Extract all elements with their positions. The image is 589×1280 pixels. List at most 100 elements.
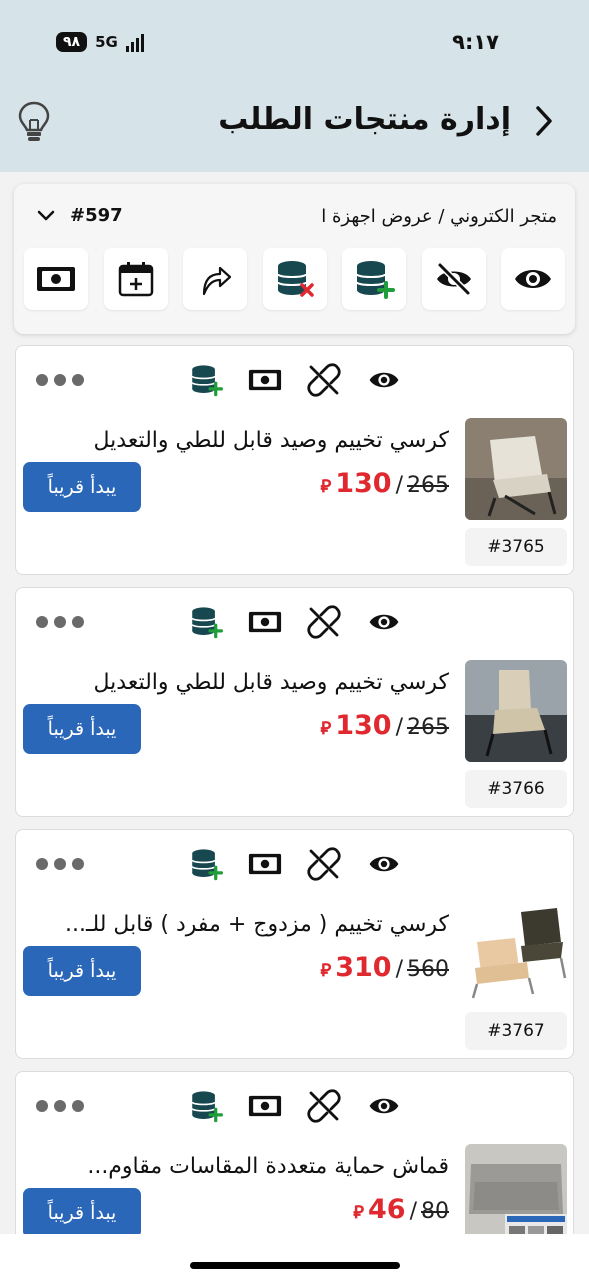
view-action[interactable] (366, 1088, 402, 1124)
add-db-action[interactable] (188, 604, 224, 640)
share-button[interactable] (183, 248, 247, 310)
cash-action[interactable] (247, 846, 283, 882)
product-image[interactable] (465, 660, 567, 762)
add-db-button[interactable] (342, 248, 406, 310)
view-action[interactable] (366, 604, 402, 640)
view-button[interactable] (501, 248, 565, 310)
schedule-button[interactable] (103, 248, 168, 310)
product-card: قماش حماية متعددة المقاسات مقاوم... 80 /… (15, 1071, 574, 1246)
cash-action[interactable] (247, 362, 283, 398)
signal-icon (125, 32, 144, 52)
eye-icon (369, 614, 399, 630)
breadcrumb: متجر الكتروني / عروض اجهزة ا (321, 206, 557, 227)
cash-icon (37, 267, 75, 291)
product-title: كرسي تخييم وصيد قابل للطي والتعديل (93, 428, 449, 453)
cash-icon (248, 1095, 282, 1117)
chevron-right-icon[interactable] (531, 104, 557, 138)
new-price: 46 (368, 1194, 406, 1225)
home-indicator[interactable] (190, 1262, 400, 1269)
cash-action[interactable] (247, 604, 283, 640)
database-add-icon (191, 607, 223, 639)
unlink-action[interactable] (306, 846, 342, 882)
page-title: إدارة منتجات الطلب (218, 102, 511, 137)
product-sku: #3767 (465, 1012, 567, 1050)
hide-button[interactable] (421, 248, 486, 310)
price-separator: / (409, 1199, 417, 1224)
cash-action[interactable] (247, 1088, 283, 1124)
unlink-action[interactable] (306, 604, 342, 640)
unlink-icon (307, 847, 341, 881)
product-prices: 265 / 130 ⃁ (319, 468, 450, 499)
lightbulb-icon[interactable] (16, 100, 52, 144)
more-dots-icon[interactable] (36, 374, 84, 386)
order-summary-panel: متجر الكتروني / عروض اجهزة ا #597 (14, 184, 575, 334)
order-id: #597 (70, 205, 123, 226)
product-card: كرسي تخييم وصيد قابل للطي والتعديل 265 /… (15, 587, 574, 817)
order-toolbar (24, 248, 565, 310)
product-sku: #3766 (465, 770, 567, 808)
product-sku: #3765 (465, 528, 567, 566)
chevron-down-icon[interactable] (36, 208, 56, 224)
more-dots-icon[interactable] (36, 1100, 84, 1112)
share-arrow-icon (202, 266, 232, 296)
unlink-action[interactable] (306, 362, 342, 398)
unlink-icon (307, 363, 341, 397)
product-image[interactable] (465, 1144, 567, 1245)
product-title: قماش حماية متعددة المقاسات مقاوم... (87, 1154, 449, 1179)
product-card: كرسي تخييم وصيد قابل للطي والتعديل 265 /… (15, 345, 574, 575)
card-actions (16, 604, 573, 640)
database-remove-icon (276, 261, 314, 297)
eye-icon (369, 856, 399, 872)
card-actions (16, 362, 573, 398)
riyal-icon: ⃁ (353, 1202, 364, 1223)
battery-indicator: ٩٨ (56, 32, 88, 52)
cash-icon (248, 853, 282, 875)
riyal-icon: ⃁ (320, 718, 332, 739)
old-price: 560 (407, 957, 449, 982)
product-title: كرسي تخييم وصيد قابل للطي والتعديل (93, 670, 449, 695)
more-dots-icon[interactable] (36, 616, 84, 628)
status-indicators: ٩٨ 5G (56, 32, 144, 52)
new-price: 130 (335, 710, 392, 741)
more-dots-icon[interactable] (36, 858, 84, 870)
unlink-action[interactable] (306, 1088, 342, 1124)
remove-db-button[interactable] (262, 248, 327, 310)
old-price: 80 (421, 1199, 449, 1224)
product-prices: 80 / 46 ⃁ (351, 1194, 449, 1225)
coming-soon-button[interactable]: يبدأ قريباً (23, 462, 141, 512)
card-actions (16, 1088, 573, 1124)
database-add-icon (191, 849, 223, 881)
old-price: 265 (407, 715, 449, 740)
add-db-action[interactable] (188, 1088, 224, 1124)
product-title: كرسي تخييم ( مزدوج + مفرد ) قابل للـ... (65, 912, 449, 937)
riyal-icon: ⃁ (320, 960, 332, 981)
eye-icon (369, 372, 399, 388)
database-add-icon (356, 261, 395, 299)
cash-icon (248, 369, 282, 391)
unlink-icon (307, 1089, 341, 1123)
riyal-icon: ⃁ (320, 476, 332, 497)
cash-button[interactable] (24, 248, 88, 310)
add-db-action[interactable] (188, 846, 224, 882)
app-header: ٩٨ 5G ٩:١٧ إدارة منتجات الطلب (0, 0, 589, 172)
price-separator: / (395, 715, 403, 740)
card-actions (16, 846, 573, 882)
coming-soon-button[interactable]: يبدأ قريباً (23, 704, 141, 754)
calendar-add-icon (118, 262, 153, 297)
coming-soon-button[interactable]: يبدأ قريباً (23, 1188, 141, 1238)
price-separator: / (395, 957, 403, 982)
view-action[interactable] (366, 846, 402, 882)
eye-icon (515, 270, 551, 288)
home-bar-area (0, 1234, 589, 1280)
view-action[interactable] (366, 362, 402, 398)
add-db-action[interactable] (188, 362, 224, 398)
database-add-icon (191, 365, 223, 397)
product-card: كرسي تخييم ( مزدوج + مفرد ) قابل للـ... … (15, 829, 574, 1059)
price-separator: / (395, 473, 403, 498)
new-price: 130 (335, 468, 392, 499)
database-add-icon (191, 1091, 223, 1123)
coming-soon-button[interactable]: يبدأ قريباً (23, 946, 141, 996)
eye-icon (369, 1098, 399, 1114)
product-image[interactable] (465, 902, 567, 1004)
product-image[interactable] (465, 418, 567, 520)
